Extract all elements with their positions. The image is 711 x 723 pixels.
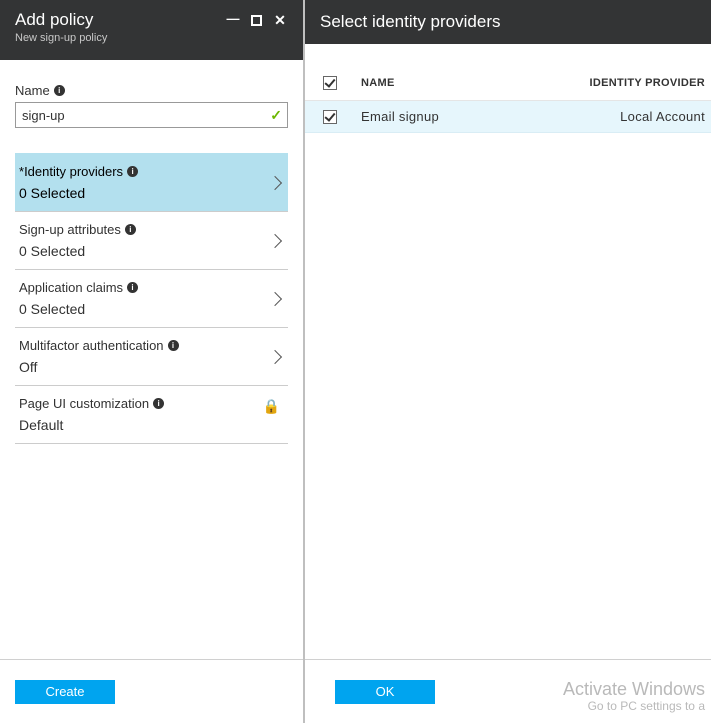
- column-type-header[interactable]: IDENTITY PROVIDER: [589, 77, 711, 89]
- setting-page-ui[interactable]: Page UI customization i Default 🔒: [15, 385, 288, 444]
- info-icon[interactable]: i: [153, 398, 164, 409]
- maximize-button[interactable]: [251, 15, 262, 26]
- windows-watermark: Activate Windows Go to PC settings to a: [563, 679, 705, 713]
- setting-mfa[interactable]: Multifactor authentication i Off: [15, 327, 288, 385]
- name-label: Name: [15, 83, 50, 98]
- setting-value: Off: [19, 359, 288, 375]
- setting-application-claims[interactable]: Application claims i 0 Selected: [15, 269, 288, 327]
- setting-value: Default: [19, 417, 288, 433]
- row-checkbox[interactable]: [323, 110, 337, 124]
- setting-label: Sign-up attributes: [19, 222, 121, 237]
- close-button[interactable]: [272, 13, 288, 28]
- select-identity-providers-panel: Select identity providers NAME IDENTITY …: [305, 0, 711, 723]
- info-icon[interactable]: i: [125, 224, 136, 235]
- minimize-button[interactable]: [225, 13, 241, 28]
- ok-button[interactable]: OK: [335, 680, 435, 704]
- check-icon: ✓: [270, 107, 282, 124]
- add-policy-panel: Add policy New sign-up policy Name i ✓ *…: [0, 0, 305, 723]
- setting-value: 0 Selected: [19, 301, 288, 317]
- setting-label: Multifactor authentication: [19, 338, 164, 353]
- setting-value: 0 Selected: [19, 185, 288, 201]
- left-subtitle: New sign-up policy: [15, 32, 107, 44]
- table-row[interactable]: Email signupLocal Account: [305, 101, 711, 133]
- setting-identity-providers[interactable]: * Identity providers i0 Selected: [15, 153, 288, 211]
- left-title: Add policy: [15, 9, 107, 31]
- policy-name-input[interactable]: [15, 102, 288, 128]
- setting-signup-attributes[interactable]: Sign-up attributes i 0 Selected: [15, 211, 288, 269]
- select-all-checkbox[interactable]: [323, 76, 337, 90]
- left-header: Add policy New sign-up policy: [0, 0, 303, 60]
- window-controls: [225, 9, 288, 52]
- info-icon[interactable]: i: [168, 340, 179, 351]
- info-icon[interactable]: i: [127, 282, 138, 293]
- column-name-header[interactable]: NAME: [361, 77, 589, 89]
- row-type: Local Account: [620, 109, 711, 124]
- setting-label: Application claims: [19, 280, 123, 295]
- right-title: Select identity providers: [320, 11, 500, 33]
- info-icon[interactable]: i: [54, 85, 65, 96]
- create-button[interactable]: Create: [15, 680, 115, 704]
- right-header: Select identity providers: [305, 0, 711, 44]
- grid-header: NAME IDENTITY PROVIDER: [305, 74, 711, 101]
- lock-icon: 🔒: [263, 398, 280, 415]
- setting-label: Identity providers: [24, 164, 123, 179]
- setting-label: Page UI customization: [19, 396, 149, 411]
- row-name: Email signup: [361, 109, 620, 124]
- setting-value: 0 Selected: [19, 243, 288, 259]
- info-icon[interactable]: i: [127, 166, 138, 177]
